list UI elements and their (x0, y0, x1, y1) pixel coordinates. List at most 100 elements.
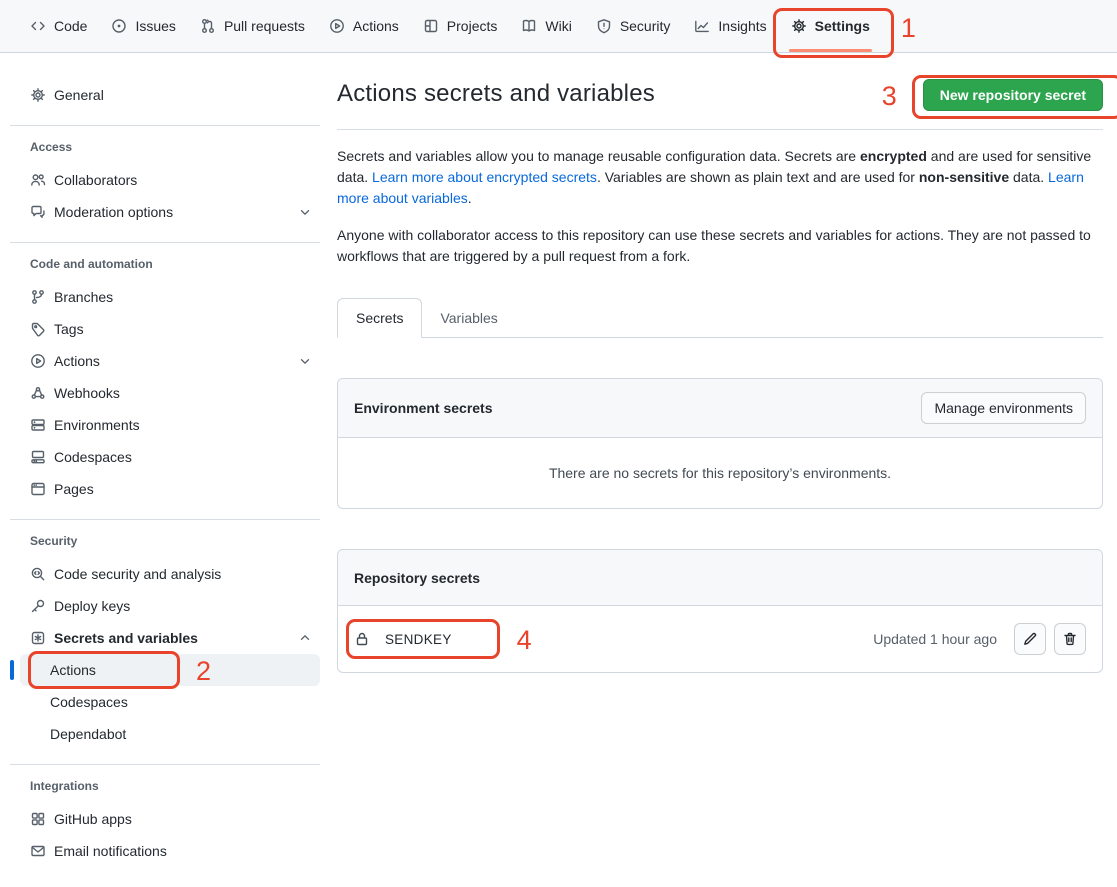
secret-updated-timestamp: Updated 1 hour ago (873, 631, 997, 647)
codescan-icon (30, 566, 46, 582)
sidebar-divider (10, 242, 320, 243)
repository-secrets-header: Repository secrets (338, 550, 1102, 606)
sidebar-item-moderation-options[interactable]: Moderation options (10, 196, 320, 228)
tab-insights-label: Insights (718, 18, 766, 34)
sidebar-item-code-security[interactable]: Code security and analysis (10, 558, 320, 590)
tab-actions[interactable]: Actions (319, 0, 409, 52)
comment-discussion-icon (30, 204, 46, 220)
tab-code-label: Code (54, 18, 87, 34)
code-icon (30, 18, 46, 34)
mail-icon (30, 843, 46, 859)
sidebar-item-label: Secrets and variables (54, 630, 198, 646)
git-branch-icon (30, 289, 46, 305)
main-content: Actions secrets and variables New reposi… (337, 53, 1103, 673)
manage-environments-button[interactable]: Manage environments (921, 392, 1086, 424)
secrets-variables-tabs: Secrets Variables (337, 297, 1103, 338)
tab-pull-requests-label: Pull requests (224, 18, 305, 34)
trash-icon (1062, 631, 1078, 647)
secrets-description: Secrets and variables allow you to manag… (337, 146, 1103, 209)
webhook-icon (30, 385, 46, 401)
tab-pull-requests[interactable]: Pull requests (190, 0, 315, 52)
sidebar-item-collaborators[interactable]: Collaborators (10, 164, 320, 196)
gear-icon (791, 18, 807, 34)
pull-request-icon (200, 18, 216, 34)
sidebar-item-actions[interactable]: Actions (10, 345, 320, 377)
sidebar-item-github-apps[interactable]: GitHub apps (10, 803, 320, 835)
codespaces-icon (30, 449, 46, 465)
sidebar-subitem-codespaces[interactable]: Codespaces (20, 686, 320, 718)
sidebar-item-general[interactable]: General (10, 79, 320, 111)
new-repository-secret-label: New repository secret (940, 87, 1086, 103)
secret-identifier: SENDKEY 4 (354, 631, 452, 647)
annotation-label-4: 4 (517, 627, 532, 654)
sidebar-item-label: Tags (54, 321, 84, 337)
sidebar-item-label: General (54, 87, 104, 103)
sidebar-item-label: Environments (54, 417, 140, 433)
sidebar-item-label: GitHub apps (54, 811, 132, 827)
tab-settings-label: Settings (815, 18, 870, 34)
tab-secrets[interactable]: Secrets (337, 298, 422, 338)
sidebar-item-label: Branches (54, 289, 113, 305)
play-icon (329, 18, 345, 34)
sidebar-item-email-notifications[interactable]: Email notifications (10, 835, 320, 867)
manage-environments-label: Manage environments (934, 400, 1073, 416)
sidebar-item-pages[interactable]: Pages (10, 473, 320, 505)
tab-issues[interactable]: Issues (101, 0, 185, 52)
tab-actions-label: Actions (353, 18, 399, 34)
graph-icon (694, 18, 710, 34)
new-repository-secret-button[interactable]: New repository secret 3 (923, 79, 1103, 111)
sidebar-divider (10, 125, 320, 126)
gear-icon (30, 87, 46, 103)
collaborator-access-note: Anyone with collaborator access to this … (337, 225, 1103, 267)
secret-row: SENDKEY 4 Updated 1 hour ago (338, 606, 1102, 672)
sidebar-subitem-label: Actions (50, 662, 96, 678)
key-asterisk-icon (30, 630, 46, 646)
repo-nav: Code Issues Pull requests Actions Projec… (0, 0, 1117, 53)
sidebar-item-label: Actions (54, 353, 100, 369)
sidebar-item-deploy-keys[interactable]: Deploy keys (10, 590, 320, 622)
server-icon (30, 417, 46, 433)
sidebar-item-codespaces[interactable]: Codespaces (10, 441, 320, 473)
sidebar-item-label: Email notifications (54, 843, 167, 859)
sidebar-divider (10, 764, 320, 765)
sidebar-item-environments[interactable]: Environments (10, 409, 320, 441)
chevron-down-icon (298, 205, 312, 219)
sidebar-item-webhooks[interactable]: Webhooks (10, 377, 320, 409)
shield-icon (596, 18, 612, 34)
tab-projects-label: Projects (447, 18, 498, 34)
sidebar-item-branches[interactable]: Branches (10, 281, 320, 313)
tab-variables[interactable]: Variables (422, 298, 515, 338)
tab-insights[interactable]: Insights (684, 0, 776, 52)
tab-wiki-label: Wiki (545, 18, 571, 34)
play-icon (30, 353, 46, 369)
tab-projects[interactable]: Projects (413, 0, 508, 52)
delete-secret-button[interactable] (1054, 623, 1086, 655)
sidebar-item-label: Code security and analysis (54, 566, 221, 582)
tab-settings[interactable]: Settings 1 (781, 0, 880, 52)
book-icon (521, 18, 537, 34)
annotation-label-1: 1 (901, 15, 916, 42)
tab-issues-label: Issues (135, 18, 175, 34)
sidebar-subitem-dependabot[interactable]: Dependabot (20, 718, 320, 750)
secret-name: SENDKEY (385, 632, 452, 647)
sidebar-section-code-and-automation: Code and automation (10, 257, 320, 271)
project-board-icon (423, 18, 439, 34)
annotation-label-2: 2 (196, 658, 211, 685)
sidebar-item-tags[interactable]: Tags (10, 313, 320, 345)
page-title: Actions secrets and variables (337, 79, 655, 109)
annotation-label-3: 3 (882, 83, 897, 110)
sidebar-section-security: Security (10, 534, 320, 548)
tab-wiki[interactable]: Wiki (511, 0, 581, 52)
issue-icon (111, 18, 127, 34)
chevron-up-icon (298, 631, 312, 645)
environment-secrets-empty-text: There are no secrets for this repository… (338, 438, 1102, 508)
apps-icon (30, 811, 46, 827)
sidebar-item-label: Webhooks (54, 385, 120, 401)
sidebar-item-label: Pages (54, 481, 94, 497)
sidebar-subitem-actions[interactable]: Actions 2 (20, 654, 320, 686)
repository-secrets-card: Repository secrets SENDKEY 4 Updated 1 h… (337, 549, 1103, 673)
tab-code[interactable]: Code (20, 0, 97, 52)
sidebar-item-secrets-and-variables[interactable]: Secrets and variables (10, 622, 320, 654)
edit-secret-button[interactable] (1014, 623, 1046, 655)
tab-security[interactable]: Security (586, 0, 681, 52)
